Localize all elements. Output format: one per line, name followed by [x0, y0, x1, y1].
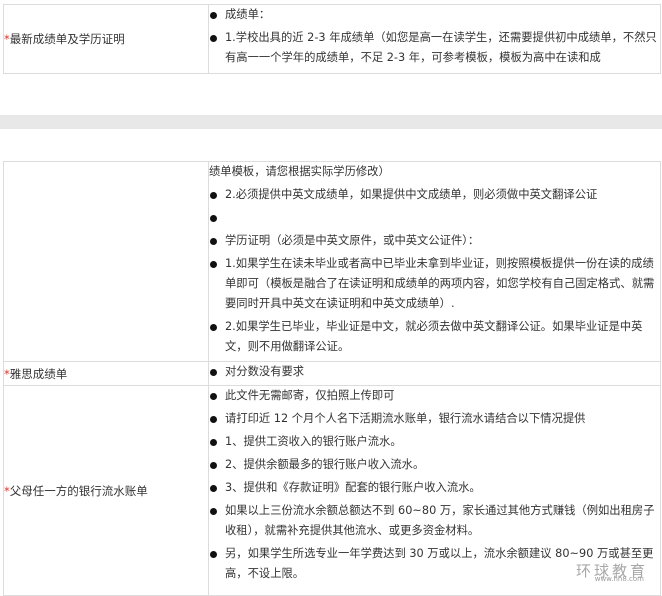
bullet-icon: [210, 438, 217, 446]
list-item: 如果以上三份流水余额总额达不到 60~80 万，家长通过其他方式赚钱（例如出租房…: [209, 501, 660, 541]
ielts-requirements-list: 对分数没有要求: [209, 362, 660, 382]
bullet-icon: [210, 260, 217, 268]
list-item-text: 此文件无需邮寄，仅拍照上传即可: [225, 389, 395, 402]
list-item: 1.如果学生在读未毕业或者高中已毕业未拿到毕业证，则按照模板提供一份在读的成绩单…: [209, 254, 660, 314]
row-label-bank-statement: 父母任一方的银行流水账单: [9, 483, 148, 498]
bullet-icon: [210, 550, 217, 558]
list-item-text: 2.如果学生已毕业，毕业证是中文，就必须去做中英文翻译公证。如果毕业证是中英文，…: [225, 320, 643, 353]
row-label-cell-empty: [3, 161, 209, 362]
list-item-text: 请打印近 12 个月个人名下活期流水账单，银行流水请结合以下情况提供: [225, 412, 586, 425]
list-item-text: 1、提供工资收入的银行账户流水。: [225, 435, 402, 448]
transcript-requirements-list: 成绩单： 1.学校出具的近 2-3 年成绩单（如您是高一在读学生，还需要提供初中成…: [209, 5, 660, 68]
row-label-transcript: 最新成绩单及学历证明: [9, 32, 125, 46]
bullet-icon: [210, 461, 217, 469]
list-item-text: 1.如果学生在读未毕业或者高中已毕业未拿到毕业证，则按照模板提供一份在读的成绩单…: [225, 257, 655, 310]
row-content-cell: 成绩单： 1.学校出具的近 2-3 年成绩单（如您是高一在读学生，还需要提供初中成…: [208, 4, 661, 74]
row-content-cell: 对分数没有要求: [208, 361, 661, 386]
bullet-icon: [210, 214, 217, 222]
row-label-cell: *雅思成绩单: [3, 361, 209, 386]
bullet-icon: [210, 415, 217, 423]
list-item: 此文件无需邮寄，仅拍照上传即可: [209, 386, 660, 406]
materials-table-top: *最新成绩单及学历证明 成绩单： 1.学校出具的近 2-3 年成绩单（如您是高一在…: [3, 4, 661, 74]
list-item-text: 对分数没有要求: [225, 365, 305, 378]
list-item-continued: 绩单模板，请您根据实际学历修改）: [209, 162, 660, 182]
bank-statement-requirements-list: 此文件无需邮寄，仅拍照上传即可请打印近 12 个月个人名下活期流水账单，银行流水…: [209, 386, 660, 584]
list-item: 学历证明（必须是中英文原件，或中英文公证件）：: [209, 231, 660, 251]
bullet-icon: [210, 11, 217, 19]
section-divider: [0, 115, 662, 129]
bullet-icon: [210, 507, 217, 515]
table-row-bank-statement: *父母任一方的银行流水账单 此文件无需邮寄，仅拍照上传即可请打印近 12 个月个…: [3, 385, 661, 596]
bullet-icon: [210, 34, 217, 42]
list-item: 成绩单：: [209, 5, 660, 25]
bullet-icon: [210, 484, 217, 492]
list-item: 3、提供和《存款证明》配套的银行账户收入流水。: [209, 478, 660, 498]
list-item-text: 2、提供余额最多的银行账户收入流水。: [225, 458, 425, 471]
transcript-continued-list: 绩单模板，请您根据实际学历修改） 2.必须提供中英文成绩单，如果提供中文成绩单，则…: [209, 162, 660, 357]
list-item: 2.如果学生已毕业，毕业证是中文，就必须去做中英文翻译公证。如果毕业证是中英文，…: [209, 317, 660, 357]
list-item: 对分数没有要求: [209, 362, 660, 382]
list-item: 2、提供余额最多的银行账户收入流水。: [209, 455, 660, 475]
table-row-ielts: *雅思成绩单 对分数没有要求: [3, 361, 661, 386]
list-item: 1、提供工资收入的银行账户流水。: [209, 432, 660, 452]
list-item: 1.学校出具的近 2-3 年成绩单（如您是高一在读学生，还需要提供初中成绩单，不…: [209, 28, 660, 68]
list-item-text: 3、提供和《存款证明》配套的银行账户收入流水。: [225, 481, 481, 494]
list-item-text: 绩单模板，请您根据实际学历修改）: [209, 165, 390, 178]
row-content-cell: 绩单模板，请您根据实际学历修改） 2.必须提供中英文成绩单，如果提供中文成绩单，则…: [208, 161, 661, 362]
list-item-text: 1.学校出具的近 2-3 年成绩单（如您是高一在读学生，还需要提供初中成绩单，不…: [225, 31, 657, 64]
materials-table-bottom: 绩单模板，请您根据实际学历修改） 2.必须提供中英文成绩单，如果提供中文成绩单，则…: [3, 161, 661, 596]
bullet-icon: [210, 392, 217, 400]
bullet-icon: [210, 323, 217, 331]
bullet-icon: [210, 368, 217, 376]
bullet-icon: [210, 191, 217, 199]
list-item: 请打印近 12 个月个人名下活期流水账单，银行流水请结合以下情况提供: [209, 409, 660, 429]
table-row-transcript: *最新成绩单及学历证明 成绩单： 1.学校出具的近 2-3 年成绩单（如您是高一在…: [3, 4, 661, 74]
list-item: 2.必须提供中英文成绩单，如果提供中文成绩单，则必须做中英文翻译公证: [209, 185, 660, 205]
row-label-cell: *父母任一方的银行流水账单: [3, 385, 209, 596]
watermark-url: www.hh8.com: [594, 575, 644, 583]
list-item-text: 如果以上三份流水余额总额达不到 60~80 万，家长通过其他方式赚钱（例如出租房…: [225, 504, 655, 537]
row-label-cell: *最新成绩单及学历证明: [3, 4, 209, 74]
list-item-text: 2.必须提供中英文成绩单，如果提供中文成绩单，则必须做中英文翻译公证: [225, 188, 598, 201]
list-item-text: 学历证明（必须是中英文原件，或中英文公证件）：: [225, 234, 480, 247]
row-label-ielts: 雅思成绩单: [9, 366, 68, 381]
list-item: [209, 208, 660, 228]
bullet-icon: [210, 237, 217, 245]
table-row-transcript-continued: 绩单模板，请您根据实际学历修改） 2.必须提供中英文成绩单，如果提供中文成绩单，则…: [3, 161, 661, 362]
list-item-text: 成绩单：: [225, 8, 271, 21]
